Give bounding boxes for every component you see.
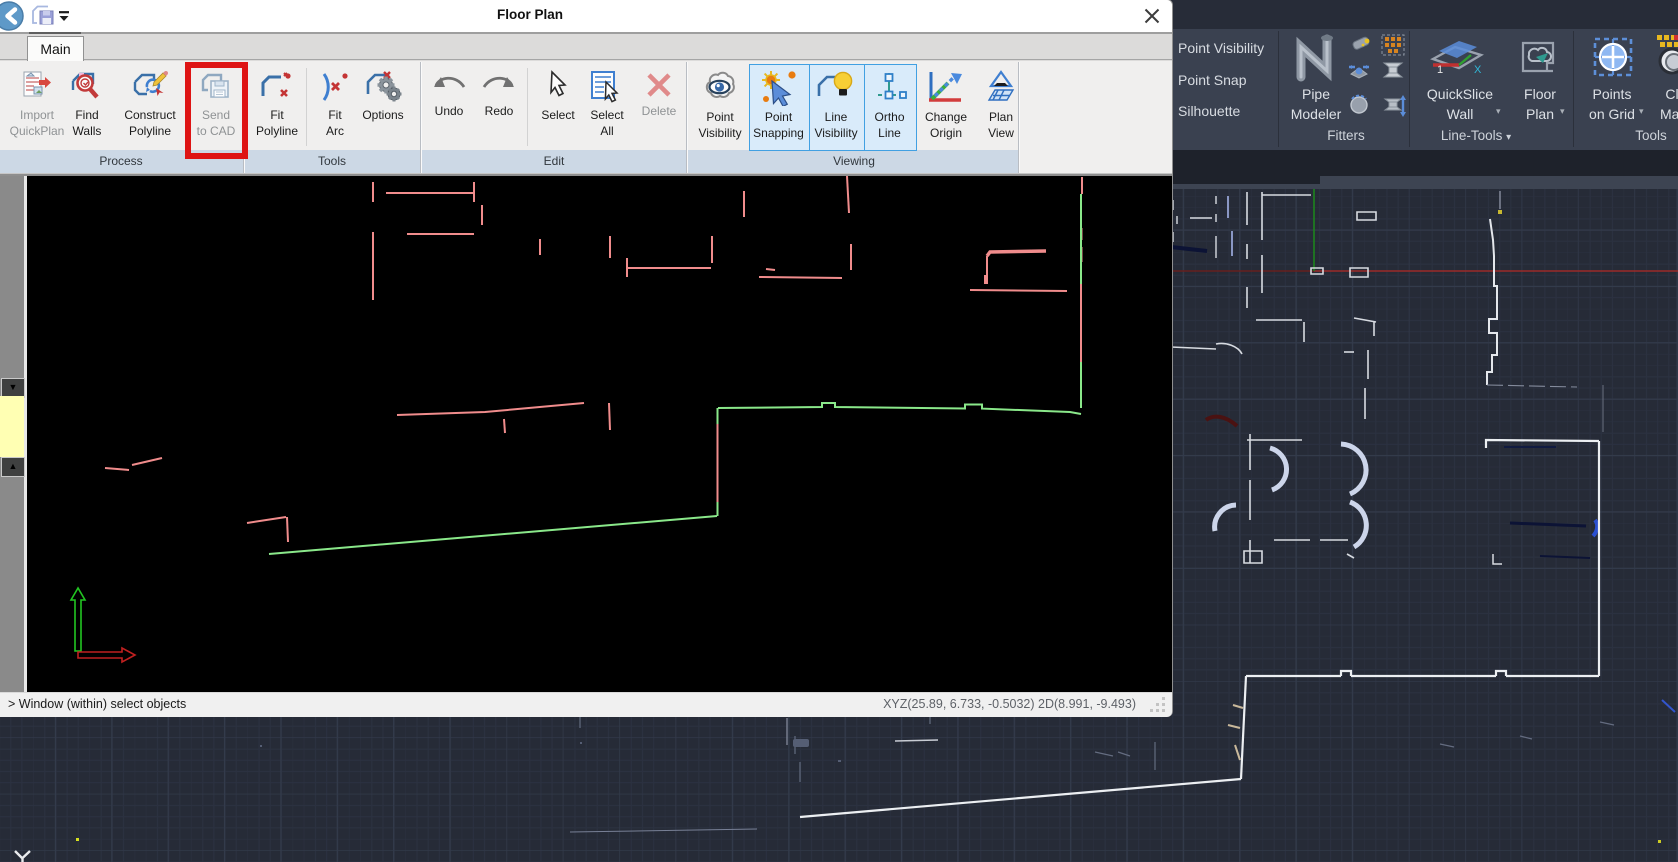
svg-text:X: X bbox=[1474, 64, 1482, 76]
svg-text:1: 1 bbox=[1437, 64, 1443, 76]
